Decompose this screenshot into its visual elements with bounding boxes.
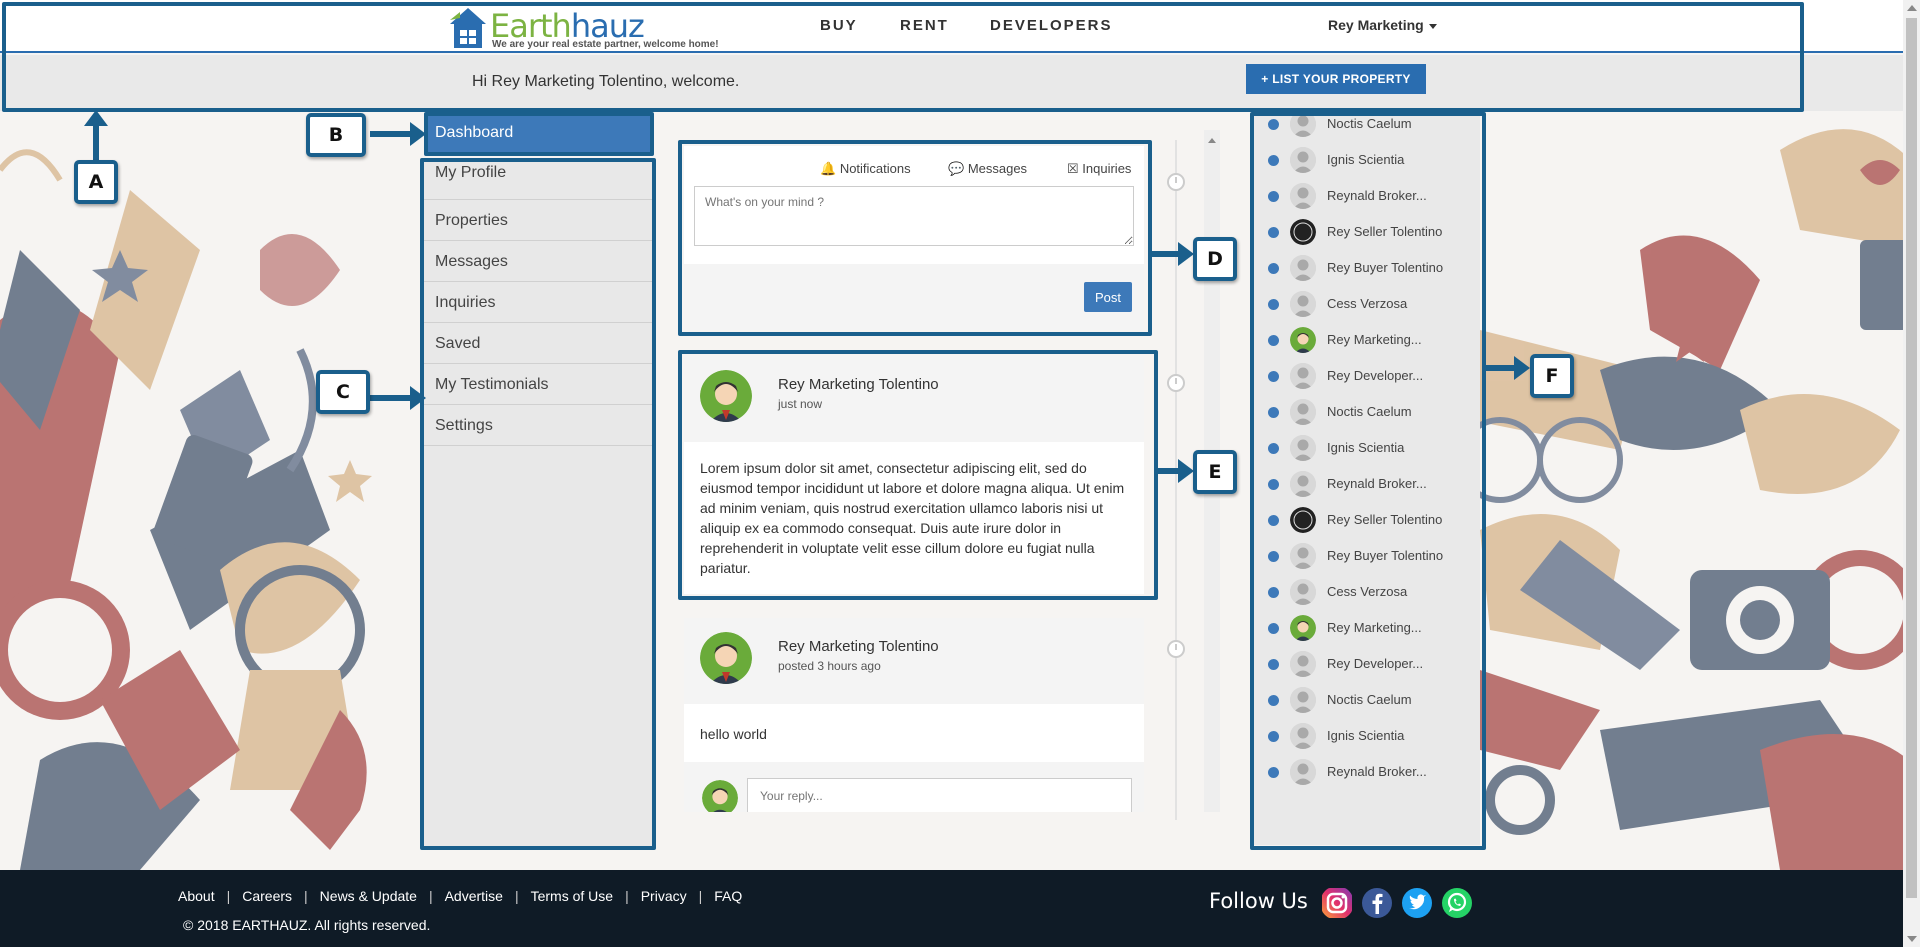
page-scrollbar[interactable] (1903, 0, 1920, 947)
arrow-right-icon (370, 386, 426, 410)
arrow-right-icon (1152, 242, 1194, 266)
twitter-icon[interactable] (1400, 886, 1434, 920)
scroll-thumb[interactable] (1906, 18, 1917, 898)
annotation-label-d: D (1193, 237, 1237, 281)
clock-icon (1167, 374, 1185, 392)
annotation-outline-c (420, 158, 656, 850)
user-avatar-icon (700, 632, 752, 684)
avatar[interactable] (700, 632, 752, 684)
scroll-up-icon[interactable] (1907, 5, 1917, 11)
footer-separator: | (698, 888, 703, 904)
annotation-outline-b (424, 112, 654, 156)
annotation-outline-d (678, 140, 1152, 336)
footer-separator: | (625, 888, 629, 904)
annotation-outline-a (2, 2, 1804, 112)
post-body: hello world (700, 726, 767, 742)
footer-link[interactable]: Terms of Use (531, 888, 613, 904)
annotation-label-b: B (306, 113, 366, 157)
footer-separator: | (226, 888, 231, 904)
annotation-label-e: E (1193, 450, 1237, 494)
arrow-right-icon (1486, 356, 1530, 380)
post-header: Rey Marketing Tolentino posted 3 hours a… (684, 618, 1144, 704)
clock-icon (1167, 173, 1185, 191)
footer-link[interactable]: About (178, 888, 215, 904)
arrow-right-icon (370, 122, 426, 146)
footer-link[interactable]: Privacy (641, 888, 687, 904)
feed-post: Rey Marketing Tolentino posted 3 hours a… (684, 618, 1144, 812)
annotation-outline-f (1250, 112, 1486, 850)
footer-separator: | (428, 888, 433, 904)
footer-link[interactable]: Careers (242, 888, 292, 904)
annotation-outline-e (678, 350, 1158, 600)
scroll-down-icon[interactable] (1907, 936, 1917, 942)
site-footer: About | Careers | News & Update | Advertise | Te… (0, 870, 1903, 947)
user-avatar-icon (702, 780, 738, 812)
annotation-label-c: C (316, 370, 370, 414)
footer-separator: | (304, 888, 308, 904)
footer-link[interactable]: News & Update (320, 888, 417, 904)
follow-us-label: Follow Us (1209, 889, 1308, 913)
feed-scroll-up-icon[interactable] (1208, 138, 1216, 143)
reply-input[interactable] (747, 778, 1132, 812)
arrow-right-icon (1158, 459, 1194, 483)
facebook-icon[interactable] (1360, 886, 1394, 920)
footer-separator: | (514, 888, 519, 904)
footer-link[interactable]: FAQ (714, 888, 742, 904)
arrow-up-icon (84, 110, 108, 160)
clock-icon (1167, 640, 1185, 658)
annotation-label-f: F (1530, 354, 1574, 398)
annotation-label-a: A (74, 160, 118, 204)
post-timestamp: posted 3 hours ago (778, 659, 881, 673)
copyright: © 2018 EARTHAUZ. All rights reserved. (183, 917, 431, 933)
reply-bar (684, 762, 1144, 812)
footer-links: About | Careers | News & Update | Advertise | Te… (178, 888, 742, 904)
instagram-icon[interactable] (1320, 886, 1354, 920)
whatsapp-icon[interactable] (1440, 886, 1474, 920)
post-author[interactable]: Rey Marketing Tolentino (778, 638, 939, 655)
footer-link[interactable]: Advertise (445, 888, 503, 904)
avatar (702, 780, 738, 812)
